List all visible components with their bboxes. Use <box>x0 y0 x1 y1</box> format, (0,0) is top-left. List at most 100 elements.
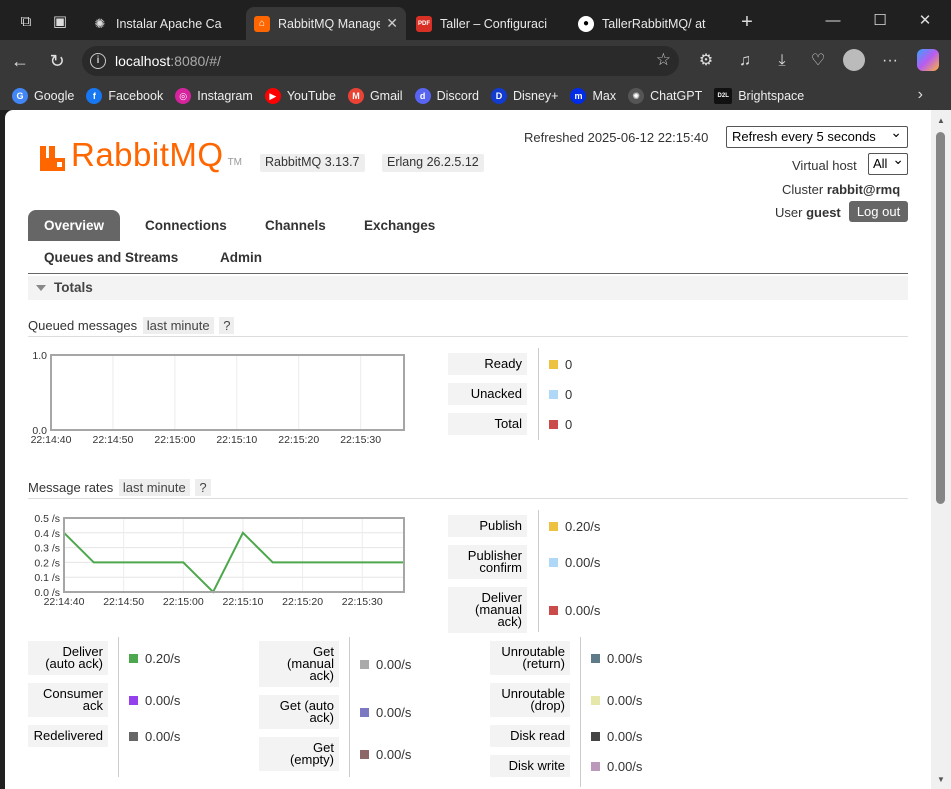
performance-icon[interactable]: ♡ <box>806 49 830 73</box>
refreshed-timestamp: Refreshed 2025-06-12 22:15:40 <box>524 130 709 145</box>
legend-item-get-empty-[interactable]: Get (empty) 0.00/s <box>259 737 411 771</box>
browser-tab-2[interactable]: PDF Taller – Configuraci <box>408 7 568 40</box>
legend-item-unacked[interactable]: Unacked 0 <box>448 383 572 405</box>
legend-value: 0 <box>565 416 573 432</box>
legend-swatch <box>360 749 369 759</box>
legend-label-text: Unacked <box>470 386 522 401</box>
legend-item-get-manual-ack-[interactable]: Get (manual ack) 0.00/s <box>259 641 411 687</box>
browser-tab-1[interactable]: ⌂ RabbitMQ Manage ✕ <box>246 7 406 40</box>
legend-item-deliver-manual-ack-[interactable]: Deliver (manual ack) 0.00/s <box>448 587 600 633</box>
scroll-up-icon[interactable]: ▲ <box>935 116 947 126</box>
chevron-right-icon[interactable]: › <box>918 86 923 104</box>
bookmark-chatgpt[interactable]: ✺ ChatGPT <box>628 88 702 104</box>
pdf-icon: PDF <box>416 15 432 32</box>
legend-item-ready[interactable]: Ready 0 <box>448 353 572 375</box>
scroll-thumb[interactable] <box>936 132 945 504</box>
bookmark-label: Max <box>592 89 617 103</box>
close-icon[interactable]: ✕ <box>386 15 398 32</box>
legend-label: Get (auto ack) <box>259 695 339 729</box>
address-bar[interactable]: i localhost:8080/#/ ☆ <box>82 46 679 76</box>
refresh-interval-select[interactable]: Refresh every 5 seconds <box>726 122 908 148</box>
rabbitmq-page: RabbitMQ TM RabbitMQ 3.13.7 Erlang 26.2.… <box>5 110 931 789</box>
bookmark-label: Google <box>34 89 75 103</box>
legend-label-text: Consumer ack <box>43 686 103 713</box>
cluster-info: Cluster rabbit@rmq <box>782 182 901 197</box>
bookmark-label: Facebook <box>108 89 164 103</box>
legend-item-consumer-ack[interactable]: Consumer ack 0.00/s <box>28 683 180 717</box>
legend-swatch <box>549 419 558 429</box>
bookmark-brightspace[interactable]: D2L Brightspace <box>714 88 804 104</box>
legend-item-disk-read[interactable]: Disk read 0.00/s <box>490 725 642 747</box>
legend-item-total[interactable]: Total 0 <box>448 413 572 435</box>
bookmark-discord[interactable]: d Discord <box>414 88 479 104</box>
vhost-value: All <box>873 156 888 171</box>
logout-button[interactable]: Log out <box>849 201 908 222</box>
legend-label: Consumer ack <box>28 683 108 717</box>
bookmark-youtube[interactable]: ▶ YouTube <box>264 88 336 104</box>
refresh-interval-value: Refresh every 5 seconds <box>732 129 876 144</box>
minimize-icon[interactable]: — <box>821 10 845 32</box>
bookmark-disney-[interactable]: D Disney+ <box>490 88 558 104</box>
legend-swatch <box>360 659 369 669</box>
browser-tab-3[interactable]: ● TallerRabbitMQ/ at <box>570 7 730 40</box>
more-menu-icon[interactable]: ··· <box>878 49 902 73</box>
info-icon[interactable]: i <box>90 53 106 69</box>
favorite-star-icon[interactable]: ☆ <box>656 50 671 70</box>
max-icon: m <box>570 88 587 104</box>
bookmark-gmail[interactable]: M Gmail <box>347 88 403 104</box>
legend-item-redelivered[interactable]: Redelivered 0.00/s <box>28 725 180 747</box>
extensions-icon[interactable]: ⚙ <box>694 49 718 73</box>
bookmark-google[interactable]: G Google <box>12 88 74 104</box>
legend-value: 0.00/s <box>607 758 643 774</box>
legend-swatch <box>591 695 600 705</box>
y-tick-label: 0.5 /s <box>34 513 60 525</box>
bookmark-max[interactable]: m Max <box>570 88 616 104</box>
legend-item-unroutable-drop-[interactable]: Unroutable (drop) 0.00/s <box>490 683 642 717</box>
legend-label-text: Publisher confirm <box>467 548 522 575</box>
media-icon[interactable]: ♫ <box>733 49 757 73</box>
legend-item-publish[interactable]: Publish 0.20/s <box>448 515 600 537</box>
browser-tab-0[interactable]: ✺ Instalar Apache Ca <box>84 7 244 40</box>
copilot-icon[interactable] <box>917 49 939 71</box>
legend-item-deliver-auto-ack-[interactable]: Deliver (auto ack) 0.20/s <box>28 641 180 675</box>
downloads-icon[interactable]: ⤓ <box>770 49 794 73</box>
bookmark-instagram[interactable]: ◎ Instagram <box>175 88 253 104</box>
legend-label-text: Deliver (auto ack) <box>45 644 103 671</box>
y-tick-label: 0.1 /s <box>34 572 60 584</box>
profile-avatar[interactable] <box>843 49 865 71</box>
legend-value: 0.20/s <box>565 518 601 534</box>
legend-item-get-auto-ack-[interactable]: Get (auto ack) 0.00/s <box>259 695 411 729</box>
bookmark-label: YouTube <box>286 89 336 103</box>
browser-tab-bar: ⧉ ▣ ✺ Instalar Apache Ca ⌂ RabbitMQ Mana… <box>0 0 951 44</box>
vertical-tabs-icon[interactable]: ▣ <box>50 12 70 32</box>
workspaces-icon[interactable]: ⧉ <box>16 12 36 32</box>
vhost-select[interactable]: All <box>868 149 908 175</box>
gmail-icon: M <box>347 88 364 104</box>
maximize-icon[interactable]: ☐ <box>868 10 892 32</box>
page-scrollbar[interactable]: ▲ ▼ <box>931 110 951 789</box>
bookmarks-bar: G Google f Facebook ◎ Instagram ▶ YouTube M Gmail… <box>0 82 951 110</box>
legend-label: Redelivered <box>28 725 108 747</box>
legend-item-disk-write[interactable]: Disk write 0.00/s <box>490 755 642 777</box>
legend-label: Ready <box>448 353 527 375</box>
legend-item-publisher-confirm[interactable]: Publisher confirm 0.00/s <box>448 545 600 579</box>
back-icon[interactable]: ← <box>8 49 32 73</box>
bookmark-label: ChatGPT <box>650 89 703 103</box>
scroll-down-icon[interactable]: ▼ <box>935 775 947 785</box>
legend-label: Total <box>448 413 527 435</box>
x-tick-label: 22:15:10 <box>223 596 264 608</box>
legend-swatch <box>549 557 558 567</box>
legend-swatch <box>549 389 558 399</box>
window-close-icon[interactable]: ✕ <box>913 10 937 32</box>
new-tab-icon[interactable]: + <box>737 12 757 32</box>
facebook-icon: f <box>86 88 103 104</box>
legend-separator <box>538 348 539 440</box>
legend-label: Get (empty) <box>259 737 339 771</box>
tab-title: TallerRabbitMQ/ at <box>602 16 706 31</box>
reload-icon[interactable]: ↻ <box>45 49 69 73</box>
x-tick-label: 22:15:00 <box>163 596 204 608</box>
legend-label-text: Disk write <box>508 758 565 773</box>
legend-label-text: Deliver (manual ack) <box>475 590 522 629</box>
bookmark-facebook[interactable]: f Facebook <box>86 88 163 104</box>
legend-item-unroutable-return-[interactable]: Unroutable (return) 0.00/s <box>490 641 642 675</box>
